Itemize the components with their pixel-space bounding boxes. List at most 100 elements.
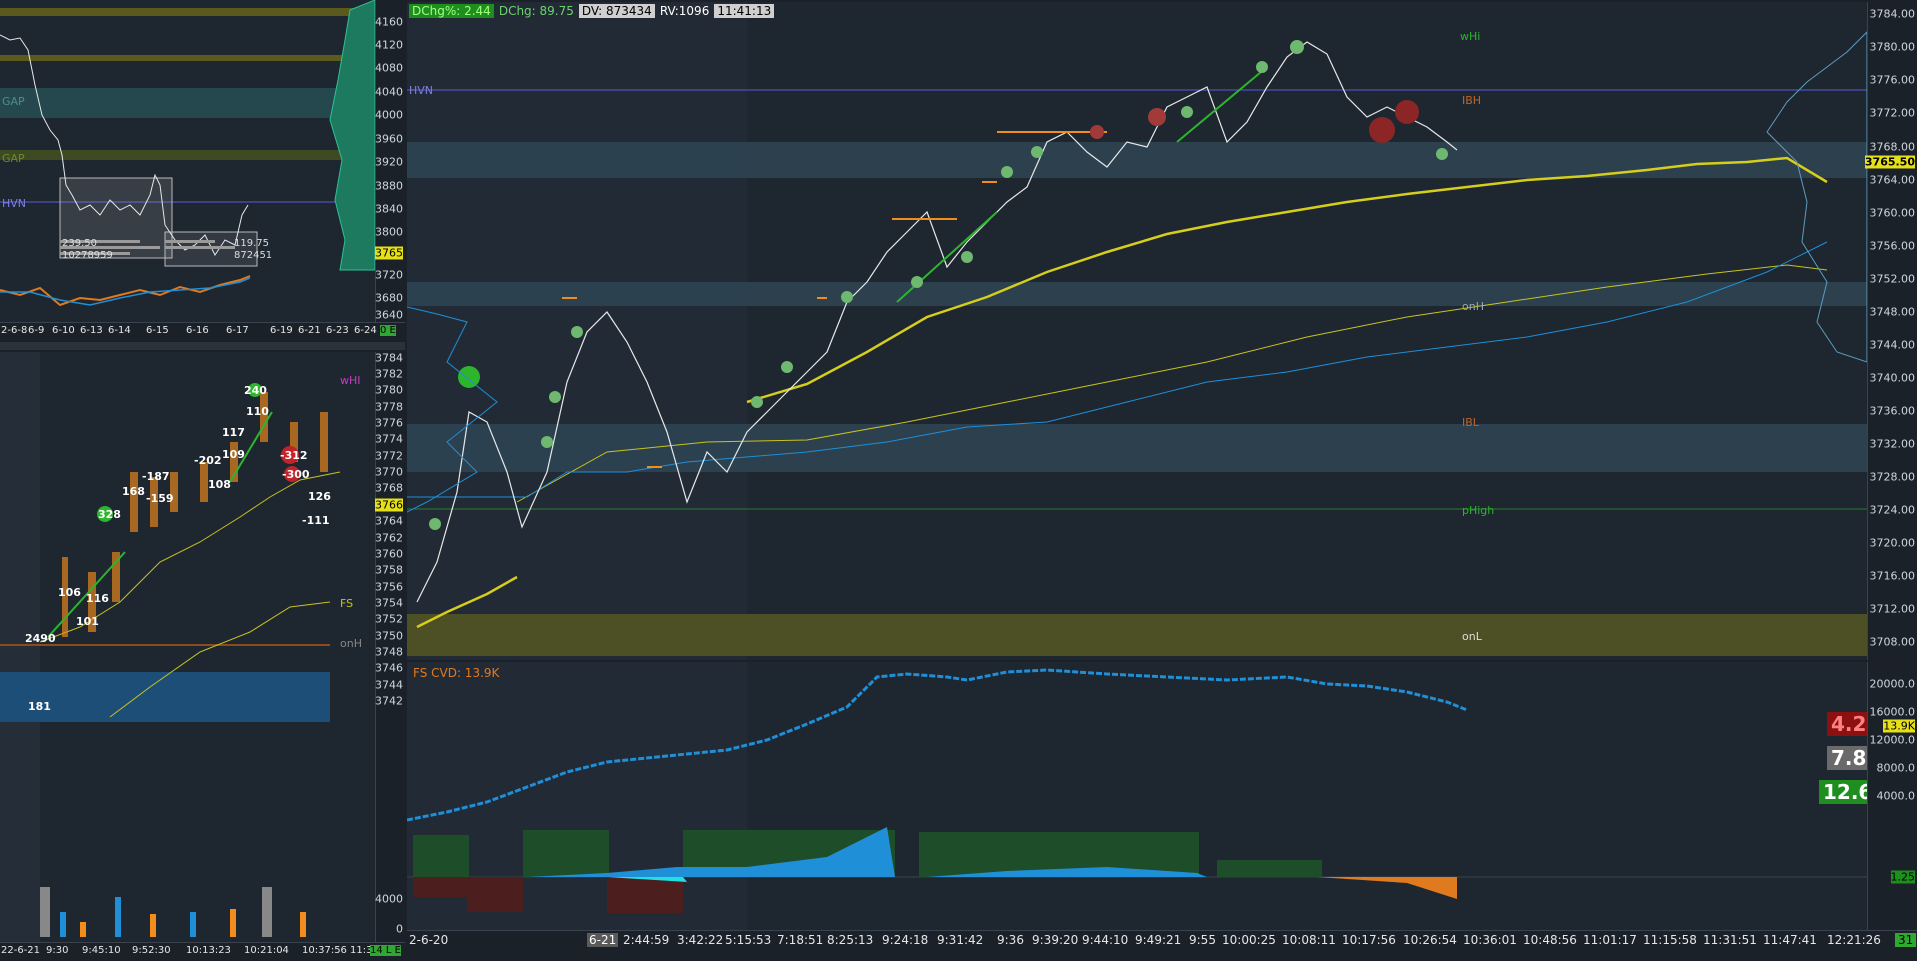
time-tick: 2-6-20: [409, 933, 449, 947]
price-tick: 3756: [375, 580, 403, 594]
price-tick: 3776: [375, 416, 403, 430]
time-tick: 22-6-21: [1, 945, 41, 956]
dv-badge: DV: 873434: [578, 4, 655, 18]
cvd-axis[interactable]: 20000.0 16000.0 12000.0 8000.0 4000.0 13…: [1867, 662, 1917, 827]
price-tick: 3720.00: [1869, 536, 1916, 550]
price-tick: 3752.00: [1869, 272, 1916, 286]
price-tick: 3748: [375, 645, 403, 659]
date-tick: 6-21: [298, 325, 321, 336]
main-price-axis[interactable]: 3784.00 3780.00 3776.00 3772.00 3768.00 …: [1864, 2, 1917, 660]
cvd-value-tag: 13.9K: [1883, 719, 1915, 733]
main-chart-svg: [407, 2, 1867, 660]
price-tick: 3770: [375, 465, 403, 479]
time-tick: 10:26:54: [1403, 933, 1457, 947]
delta-pane[interactable]: [407, 827, 1867, 930]
value-area-band: [407, 424, 1867, 472]
price-tick: 3784.00: [1869, 7, 1916, 21]
whi-label: wHI: [340, 374, 361, 387]
cvd-label: FS CVD: 13.9K: [413, 666, 500, 680]
time-tick: 10:48:56: [1523, 933, 1577, 947]
date-tick: 6-16: [186, 325, 209, 336]
time-tick: 10:17:56: [1342, 933, 1396, 947]
date-tick: 6-23: [326, 325, 349, 336]
price-tick: 3640: [375, 308, 403, 322]
corner-indicator: 0 E: [380, 325, 396, 336]
price-tick: 3760.00: [1869, 206, 1916, 220]
time-tick: 9:45:10: [82, 945, 121, 956]
price-tick: 3724.00: [1869, 503, 1916, 517]
time-tick: 10:21:04: [244, 945, 289, 956]
footprint-time-axis[interactable]: 22-6-21 9:30 9:45:10 9:52:30 10:13:23 10…: [0, 942, 405, 961]
vwap-line: [746, 156, 1828, 404]
overview-date-axis[interactable]: 2-6-8 6-9 6-10 6-13 6-14 6-15 6-16 6-17 …: [0, 322, 405, 343]
price-tick: 3712.00: [1869, 602, 1916, 616]
delta-label: 101: [76, 615, 99, 628]
delta-label: 126: [308, 490, 331, 503]
price-tick: 3772: [375, 449, 403, 463]
price-tick: 3754: [375, 596, 403, 610]
date-tick: 6-24: [354, 325, 377, 336]
gap-zone: [0, 150, 375, 160]
footprint-chart-pane[interactable]: 240 110 117 109 108 -202 -187 -159 168 3…: [0, 352, 375, 942]
price-tick: 3752: [375, 612, 403, 626]
price-tick: 3774: [375, 432, 403, 446]
price-tick: 3762: [375, 531, 403, 545]
ibl-label: IBL: [1462, 416, 1479, 429]
price-tick: 4080: [375, 61, 403, 75]
delta-label: 116: [86, 592, 109, 605]
delta-label: -187: [142, 470, 170, 483]
dchg-pct-badge: DChg%: 2.44: [409, 4, 494, 18]
price-tick: 3732.00: [1869, 437, 1916, 451]
delta-area: [1317, 877, 1457, 899]
oscillator-orange: [0, 275, 251, 307]
price-tick: 4040: [375, 85, 403, 99]
time-tick: 10:37:56: [302, 945, 347, 956]
price-tick: 3680: [375, 291, 403, 305]
value-area-band: [407, 282, 1867, 306]
volume-bars: [40, 887, 306, 937]
delta-label: 240: [244, 384, 267, 397]
onl-zone: [407, 614, 1867, 656]
footprint-price-axis[interactable]: 3784 3782 3780 3778 3776 3774 3772 3770 …: [375, 352, 406, 942]
time-tick: 3:42:22: [677, 933, 724, 947]
scrollbar[interactable]: [0, 342, 405, 350]
overview-chart-pane[interactable]: GAP GAP HVN 239.50 10278959 119.75 87245…: [0, 0, 375, 322]
delta-axis[interactable]: 1.25: [1867, 827, 1917, 930]
cvd-tick: 8000.0: [1876, 761, 1916, 775]
main-time-axis[interactable]: 2-6-20 6-21 2:44:59 3:42:22 5:15:53 7:18…: [407, 930, 1917, 961]
delta-label: 168: [122, 485, 145, 498]
date-tick: 2-6-8: [1, 325, 28, 336]
time-tick: 8:25:13: [827, 933, 874, 947]
price-tick: 3740.00: [1869, 371, 1916, 385]
price-tick: 3764: [375, 514, 403, 528]
main-volume-profile: [1766, 31, 1867, 363]
time-tick: 10:00:25: [1222, 933, 1276, 947]
phigh-label: pHigh: [1462, 504, 1495, 517]
dchg-badge: DChg: 89.75: [498, 4, 574, 18]
price-tick: 3720: [375, 268, 403, 282]
price-tick: 3778: [375, 400, 403, 414]
date-tick: 6-14: [108, 325, 131, 336]
ibh-label: IBH: [1462, 94, 1482, 107]
volume-tick: 0: [396, 922, 403, 936]
price-tick: 3746: [375, 661, 403, 675]
price-tick: 3758: [375, 563, 403, 577]
cvd-pane[interactable]: FS CVD: 13.9K 4.2 7.8 12.6: [407, 662, 1867, 827]
footprint-svg: [0, 352, 341, 942]
time-tick: 11:01:17: [1583, 933, 1637, 947]
price-tick: 3880: [375, 179, 403, 193]
gap-label: GAP: [2, 95, 25, 108]
right-volume-profile: [329, 0, 375, 271]
date-tick: 6-9: [28, 325, 45, 336]
time-badge: 11:41:13: [714, 4, 775, 18]
main-price-chart[interactable]: DChg%: 2.44 DChg: 89.75 DV: 873434 RV:1096 1…: [407, 2, 1867, 660]
delta-label: -312: [280, 449, 308, 462]
value-area-band: [407, 142, 1867, 178]
time-tick: 5:15:53: [725, 933, 772, 947]
date-tick: 6-10: [52, 325, 75, 336]
time-tick: 9:49:21: [1135, 933, 1182, 947]
price-tick: 3782: [375, 367, 403, 381]
time-tick: 9:44:10: [1082, 933, 1129, 947]
overview-price-axis[interactable]: 4160 4120 4080 4040 4000 3960 3920 3880 …: [375, 0, 406, 322]
price-tick: 4120: [375, 38, 403, 52]
